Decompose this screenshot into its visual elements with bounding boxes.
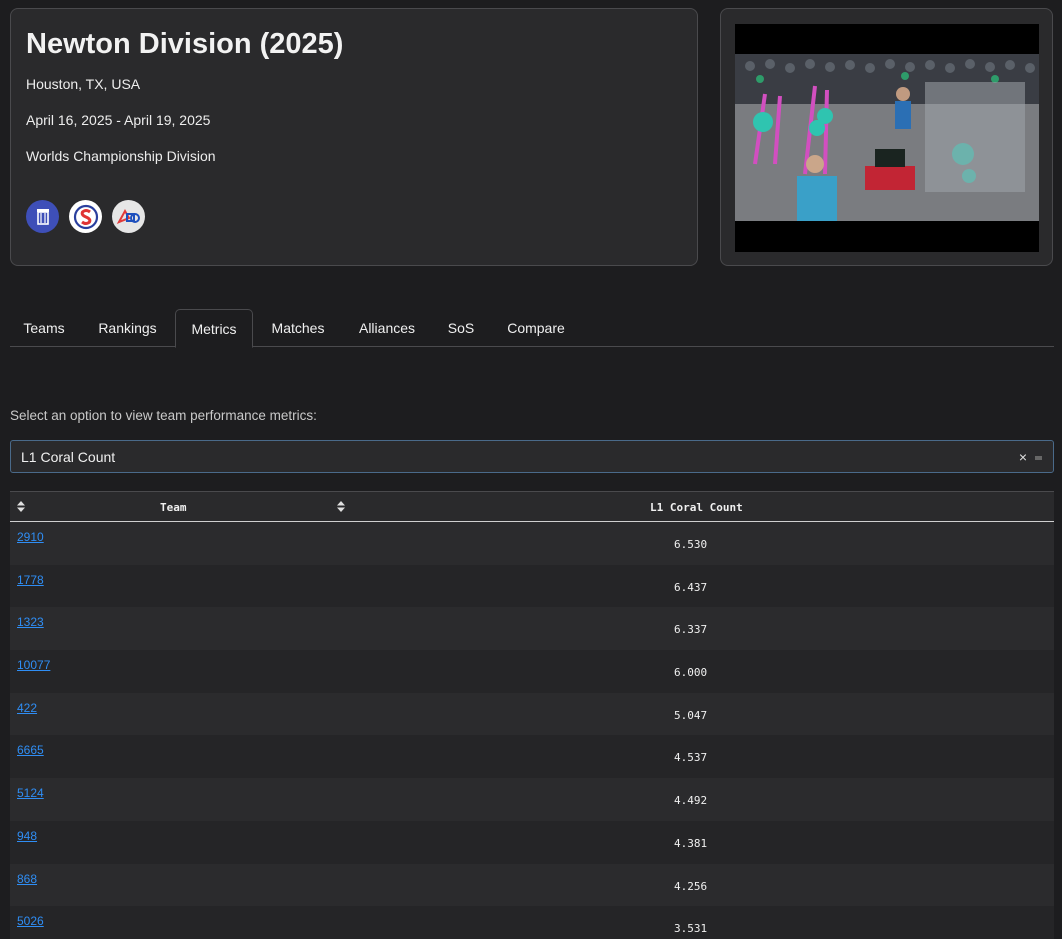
tab-compare[interactable]: Compare [493, 309, 579, 347]
metric-value: 4.256 [674, 879, 708, 893]
table-row: 1778 6.437 [10, 564, 1054, 608]
column-header-metric[interactable]: L1 Coral Count [650, 501, 743, 514]
team-link[interactable]: 1778 [17, 573, 44, 587]
tab-metrics[interactable]: Metrics [175, 309, 253, 348]
metric-value: 5.047 [674, 708, 708, 722]
metric-value: 4.381 [674, 836, 708, 850]
metric-value: 6.530 [674, 538, 708, 551]
table-row: 5026 3.531 [10, 906, 1054, 939]
tab-matches[interactable]: Matches [260, 309, 336, 347]
event-info-card: Newton Division (2025) Houston, TX, USA … [10, 8, 698, 266]
event-title: Newton Division (2025) [26, 28, 344, 60]
team-link[interactable]: 422 [17, 701, 37, 715]
metric-value: 3.531 [674, 922, 708, 936]
event-links [26, 200, 145, 233]
column-header-team[interactable]: Team [160, 501, 187, 514]
metric-value: 6.000 [674, 666, 708, 680]
table-row: 948 4.381 [10, 820, 1054, 864]
team-link[interactable]: 1323 [17, 615, 44, 629]
tab-rankings[interactable]: Rankings [84, 309, 171, 347]
team-link[interactable]: 6665 [17, 743, 44, 757]
tab-sos[interactable]: SoS [438, 309, 484, 347]
team-link[interactable]: 5026 [17, 914, 44, 928]
event-dates: April 16, 2025 - April 19, 2025 [26, 112, 211, 128]
metrics-prompt: Select an option to view team performanc… [10, 408, 317, 423]
table-row: 5124 4.492 [10, 778, 1054, 821]
tab-teams[interactable]: Teams [10, 309, 78, 347]
sort-icon[interactable] [337, 501, 345, 512]
match-video-thumbnail[interactable] [735, 24, 1039, 252]
metric-value: 4.537 [674, 751, 708, 765]
table-body: 2910 6.530 1778 6.437 1323 6.337 10077 6.000 422… [10, 522, 1054, 939]
event-type: Worlds Championship Division [26, 148, 216, 164]
team-link[interactable]: 868 [17, 872, 37, 886]
statbotics-logo-icon[interactable] [69, 200, 102, 233]
table-row: 6665 4.537 [10, 735, 1054, 779]
table-row: 422 5.047 [10, 692, 1054, 736]
team-link[interactable]: 948 [17, 829, 37, 843]
event-tabs: Teams Rankings Metrics Matches Alliances… [10, 309, 1054, 348]
metric-value: 4.492 [674, 794, 708, 808]
table-row: 1323 6.337 [10, 607, 1054, 651]
first-logo-icon[interactable] [112, 200, 145, 233]
frc-logo-icon[interactable] [26, 200, 59, 233]
team-link[interactable]: 10077 [17, 658, 50, 672]
table-row: 10077 6.000 [10, 650, 1054, 693]
metric-select[interactable]: L1 Coral Count × [10, 440, 1054, 473]
metric-select-value: L1 Coral Count [21, 448, 116, 465]
sort-icon[interactable] [17, 501, 25, 512]
clear-icon[interactable]: × [1019, 449, 1027, 465]
event-location: Houston, TX, USA [26, 76, 141, 92]
match-video-card [720, 8, 1053, 266]
metrics-table: Team L1 Coral Count 2910 6.530 1778 6.437 13… [10, 491, 1054, 939]
table-row: 2910 6.530 [10, 522, 1054, 565]
table-header: Team L1 Coral Count [10, 492, 1054, 522]
table-row: 868 4.256 [10, 863, 1054, 907]
metric-value: 6.337 [674, 623, 708, 637]
team-link[interactable]: 2910 [17, 530, 44, 544]
metric-value: 6.437 [674, 580, 708, 594]
team-link[interactable]: 5124 [17, 786, 44, 800]
dropdown-icon[interactable] [1035, 456, 1042, 460]
tab-alliances[interactable]: Alliances [346, 309, 428, 347]
